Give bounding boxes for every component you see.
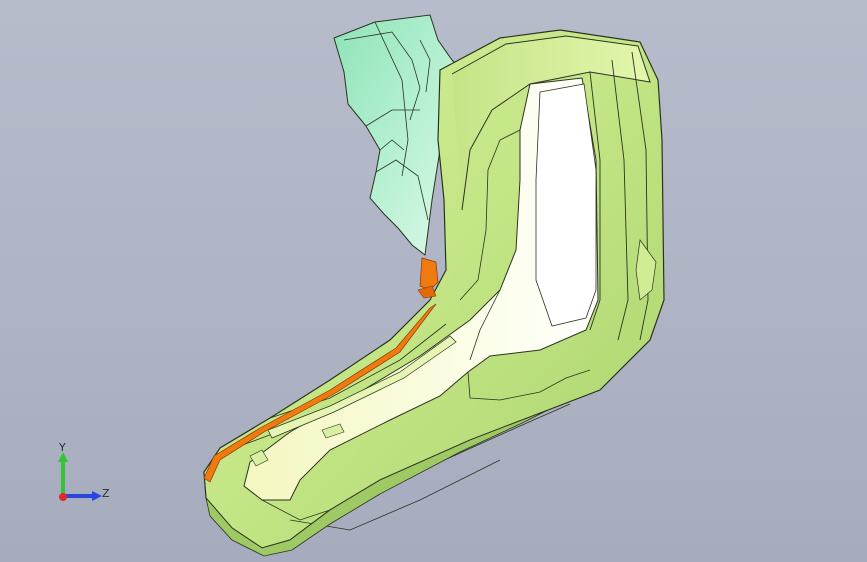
x-axis-dot — [59, 493, 67, 501]
z-axis-arrow — [92, 491, 102, 501]
orientation-triad: Y Z — [48, 440, 120, 510]
y-axis-label: Y — [59, 441, 66, 454]
z-axis-label: Z — [102, 487, 110, 500]
3d-viewport[interactable]: Y Z — [0, 0, 867, 562]
cad-model-view[interactable] — [0, 0, 867, 562]
